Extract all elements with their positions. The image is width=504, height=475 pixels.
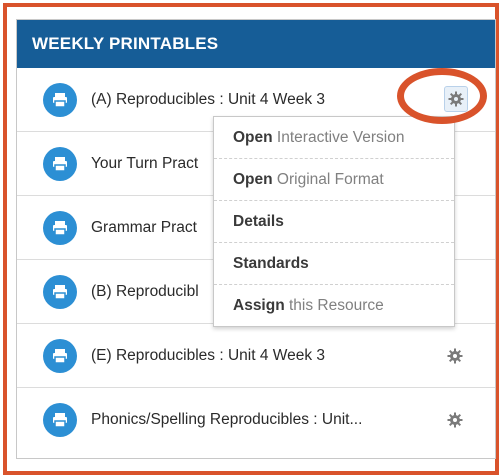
menu-item-assign[interactable]: Assign this Resource: [214, 285, 454, 327]
list-item-label[interactable]: Phonics/Spelling Reproducibles : Unit...: [91, 411, 362, 429]
menu-item-open-original[interactable]: Open Original Format: [214, 159, 454, 201]
list-item-label[interactable]: (B) Reproducibl: [91, 283, 199, 301]
printer-icon: [43, 83, 77, 117]
list-item-label[interactable]: Grammar Pract: [91, 219, 197, 237]
menu-item-verb: Standards: [233, 255, 309, 272]
menu-item-verb: Details: [233, 213, 284, 230]
gear-icon[interactable]: [445, 410, 465, 430]
printer-icon: [43, 403, 77, 437]
menu-item-verb: Assign: [233, 297, 285, 314]
list-item[interactable]: Phonics/Spelling Reproducibles : Unit...: [17, 388, 495, 452]
menu-item-rest: Interactive Version: [272, 129, 405, 146]
menu-item-details[interactable]: Details: [214, 201, 454, 243]
list-item-label[interactable]: (E) Reproducibles : Unit 4 Week 3: [91, 347, 325, 365]
menu-item-open-interactive[interactable]: Open Interactive Version: [214, 117, 454, 159]
menu-item-verb: Open: [233, 129, 273, 146]
menu-item-rest: this Resource: [284, 297, 384, 314]
printer-icon: [43, 275, 77, 309]
menu-item-rest: Original Format: [272, 171, 384, 188]
gear-icon[interactable]: [445, 346, 465, 366]
panel-title: WEEKLY PRINTABLES: [17, 20, 495, 68]
printer-icon: [43, 147, 77, 181]
list-item[interactable]: (E) Reproducibles : Unit 4 Week 3: [17, 324, 495, 388]
list-item-label[interactable]: (A) Reproducibles : Unit 4 Week 3: [91, 91, 325, 109]
printer-icon: [43, 211, 77, 245]
printer-icon: [43, 339, 77, 373]
resource-actions-menu: Open Interactive Version Open Original F…: [213, 116, 455, 327]
menu-item-verb: Open: [233, 171, 273, 188]
highlight-circle: [397, 68, 487, 124]
menu-item-standards[interactable]: Standards: [214, 243, 454, 285]
list-item-label[interactable]: Your Turn Pract: [91, 155, 198, 173]
